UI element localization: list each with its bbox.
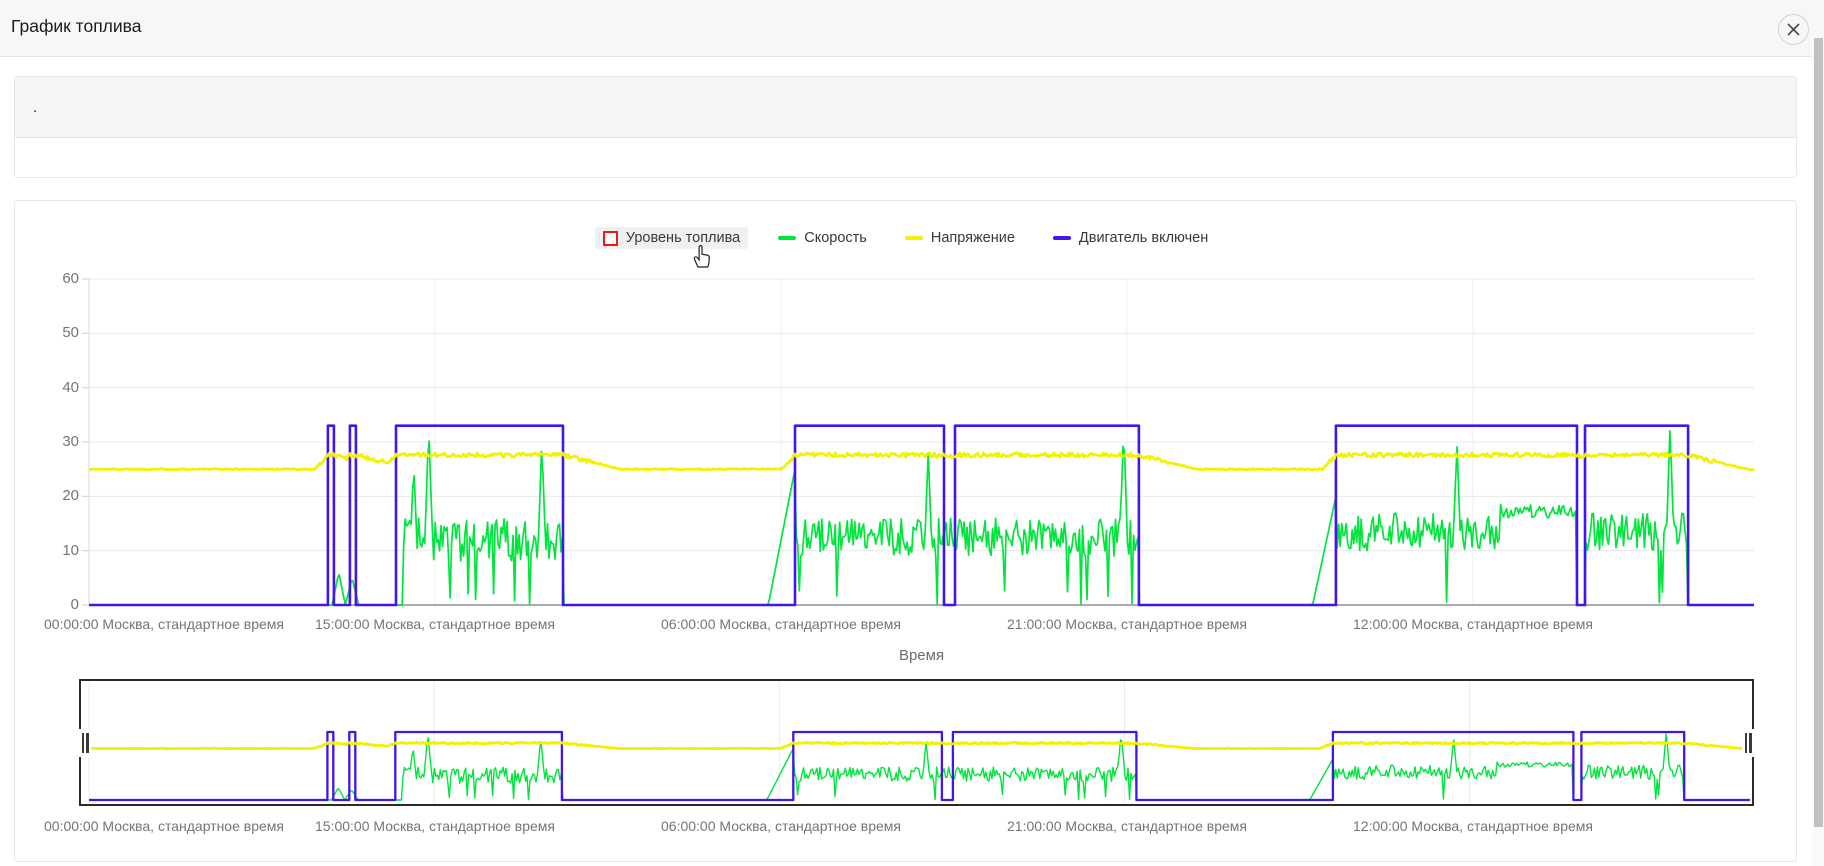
chart-card: Уровень топлива Скорость Напряжение Двиг… xyxy=(14,200,1797,862)
x-axis-title: Время xyxy=(89,647,1754,664)
main-chart[interactable] xyxy=(89,271,1754,616)
dialog-title: График топлива xyxy=(11,16,142,37)
navigator-x-label: 21:00:00 Москва, стандартное время xyxy=(977,817,1277,835)
chart-legend: Уровень топлива Скорость Напряжение Двиг… xyxy=(15,227,1796,249)
navigator-left-handle[interactable] xyxy=(79,729,91,757)
filter-panel-header: . xyxy=(15,77,1796,138)
navigator-right-handle[interactable] xyxy=(1742,729,1754,757)
navigator-x-label: 06:00:00 Москва, стандартное время xyxy=(631,817,931,835)
fuel-checkbox-icon xyxy=(603,231,618,246)
y-axis-label: 20 xyxy=(35,487,79,505)
legend-item-fuel[interactable]: Уровень топлива xyxy=(595,227,748,249)
close-icon xyxy=(1787,23,1800,36)
legend-label-speed: Скорость xyxy=(804,230,867,246)
filter-panel-body xyxy=(15,138,1796,178)
hand-cursor-icon xyxy=(691,243,713,269)
filter-panel-text: . xyxy=(33,99,37,116)
x-axis-label: 15:00:00 Москва, стандартное время xyxy=(285,615,585,633)
x-axis-label: 21:00:00 Москва, стандартное время xyxy=(977,615,1277,633)
filter-panel: . xyxy=(14,76,1797,178)
scrollbar[interactable] xyxy=(1812,38,1824,866)
y-axis-label: 40 xyxy=(35,379,79,397)
y-axis-label: 50 xyxy=(35,324,79,342)
legend-item-engine[interactable]: Двигатель включен xyxy=(1045,227,1216,249)
legend-item-speed[interactable]: Скорость xyxy=(770,227,875,249)
engine-line-icon xyxy=(1053,236,1071,240)
speed-line-icon xyxy=(778,236,796,240)
dialog-header: График топлива xyxy=(0,0,1824,57)
close-button[interactable] xyxy=(1778,14,1809,45)
legend-item-voltage[interactable]: Напряжение xyxy=(897,227,1023,249)
x-axis-label: 06:00:00 Москва, стандартное время xyxy=(631,615,931,633)
x-axis-label: 12:00:00 Москва, стандартное время xyxy=(1323,615,1623,633)
legend-label-engine: Двигатель включен xyxy=(1079,230,1208,246)
scrollbar-thumb[interactable] xyxy=(1814,38,1823,827)
y-axis-label: 0 xyxy=(35,596,79,614)
legend-label-fuel: Уровень топлива xyxy=(626,230,740,246)
navigator-chart xyxy=(81,681,1752,804)
legend-label-voltage: Напряжение xyxy=(931,230,1015,246)
navigator[interactable] xyxy=(79,679,1754,806)
voltage-line-icon xyxy=(905,236,923,240)
fuel-chart-dialog: График топлива . Уровень топлива Скорост… xyxy=(0,0,1824,866)
navigator-x-label: 00:00:00 Москва, стандартное время xyxy=(14,817,314,835)
y-axis-label: 30 xyxy=(35,433,79,451)
navigator-x-label: 12:00:00 Москва, стандартное время xyxy=(1323,817,1623,835)
navigator-x-label: 15:00:00 Москва, стандартное время xyxy=(285,817,585,835)
y-axis-label: 60 xyxy=(35,270,79,288)
x-axis-label: 00:00:00 Москва, стандартное время xyxy=(14,615,314,633)
y-axis-label: 10 xyxy=(35,542,79,560)
